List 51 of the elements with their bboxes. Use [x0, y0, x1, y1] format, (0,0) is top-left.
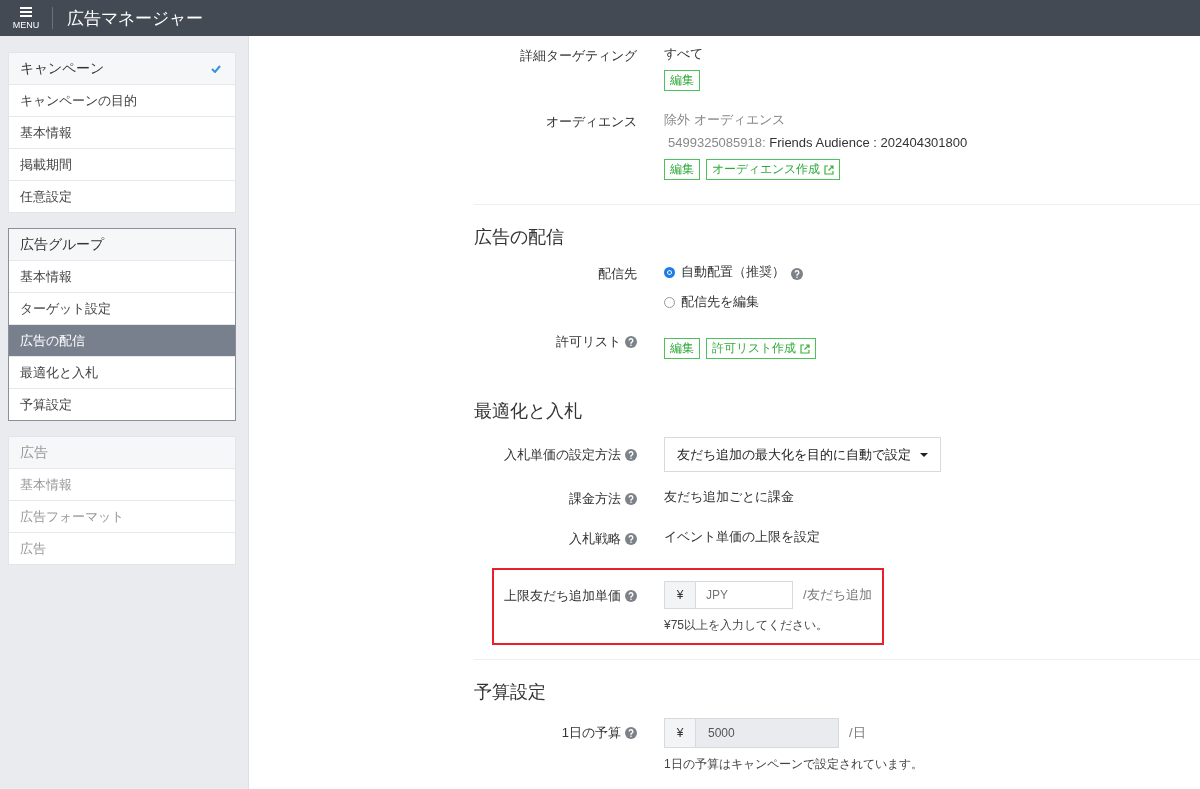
radio-button[interactable] — [664, 296, 675, 308]
nav-item[interactable]: 任意設定 — [9, 181, 235, 212]
hint-text: ¥75以上を入力してください。 — [664, 617, 830, 634]
field-label: 許可リスト — [556, 333, 621, 351]
nav-item[interactable]: 広告の配信 — [9, 325, 235, 357]
field-value: イベント単価の上限を設定 — [664, 528, 821, 546]
nav-item[interactable]: 予算設定 — [9, 389, 235, 420]
field-value: すべて — [664, 45, 704, 63]
field-label: オーディエンス — [546, 113, 637, 131]
price-field[interactable]: ¥ JPY — [664, 581, 793, 609]
field-label: 1日の予算 — [561, 724, 621, 742]
nav-item[interactable]: 基本情報 — [9, 261, 235, 293]
help-icon[interactable] — [791, 267, 803, 280]
external-link-icon — [824, 164, 834, 175]
unit-label: /友だち追加 — [803, 586, 872, 604]
field-value: 除外 オーディエンス — [664, 111, 786, 129]
section-heading: 最適化と入札 — [474, 400, 583, 423]
section-heading: 予算設定 — [474, 681, 547, 704]
help-icon[interactable] — [625, 533, 637, 545]
radio-label[interactable]: 自動配置（推奨） — [681, 263, 785, 281]
help-icon[interactable] — [625, 336, 637, 348]
menu-button[interactable]: MENU — [0, 6, 44, 30]
dropdown[interactable]: 友だち追加の最大化を目的に自動で設定 — [664, 437, 941, 472]
field-label: 上限友だち追加単価 — [504, 587, 621, 605]
help-icon[interactable] — [625, 493, 637, 505]
help-icon[interactable] — [625, 449, 637, 461]
field-label: 詳細ターゲティング — [520, 47, 637, 65]
nav-item[interactable]: 基本情報 — [9, 117, 235, 149]
nav-group-title[interactable]: キャンペーン — [9, 53, 235, 85]
radio-button[interactable] — [664, 266, 675, 278]
field-label: 入札単価の設定方法 — [504, 446, 621, 464]
caret-icon — [920, 452, 928, 457]
nav-item[interactable]: キャンペーンの目的 — [9, 85, 235, 117]
audience-entry: 5499325085918: Friends Audience : 202404301800 — [667, 134, 969, 152]
unit-label: /日 — [849, 724, 866, 742]
nav-item[interactable]: 掲載期間 — [9, 149, 235, 181]
field-value: 友だち追加ごとに課金 — [664, 488, 795, 506]
external-link-icon — [800, 343, 810, 354]
field-label: 課金方法 — [569, 490, 621, 508]
nav-group-title[interactable]: 広告グループ — [9, 229, 235, 261]
currency-label: ¥ — [665, 719, 696, 747]
help-icon[interactable] — [625, 590, 637, 602]
field-label: 配信先 — [598, 265, 637, 283]
menu-icon — [20, 6, 32, 17]
hint-text: 1日の予算はキャンペーンで設定されています。 — [664, 756, 924, 773]
app-title: 広告マネージャー — [67, 7, 203, 30]
radio-label[interactable]: 配信先を編集 — [681, 293, 759, 311]
currency-label: ¥ — [665, 582, 696, 608]
field-label: 入札戦略 — [569, 530, 621, 548]
nav-item[interactable]: 最適化と入札 — [9, 357, 235, 389]
section-heading: 広告の配信 — [474, 226, 565, 249]
